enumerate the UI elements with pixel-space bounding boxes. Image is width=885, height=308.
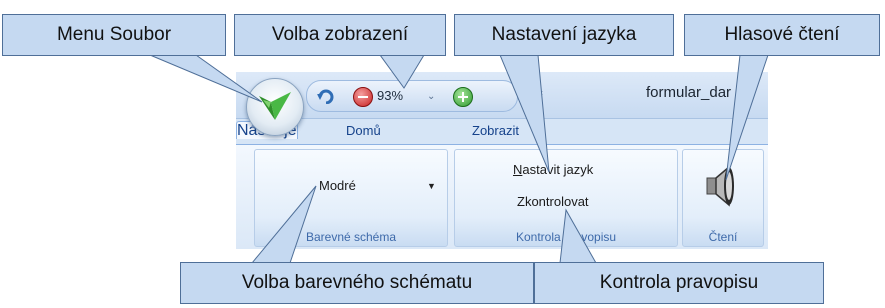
callout-language: Nastavení jazyka xyxy=(454,14,674,56)
callout-color-scheme: Volba barevného schématu xyxy=(180,262,534,304)
speaker-icon[interactable] xyxy=(705,164,741,208)
group-label-spelling: Kontrola pravopisu xyxy=(515,230,617,244)
color-scheme-value: Modré xyxy=(319,178,356,193)
spelling-group: Nastavit jazyk Zkontrolovat Kontrola pra… xyxy=(454,149,678,247)
zoom-level: 93% xyxy=(377,88,404,103)
tab-view[interactable]: Zobrazit xyxy=(472,123,519,138)
undo-icon[interactable] xyxy=(317,88,337,104)
zoom-out-button[interactable] xyxy=(353,87,373,107)
dropdown-arrow-icon: ▼ xyxy=(427,181,436,191)
customize-toolbar-icon[interactable]: = xyxy=(536,86,543,100)
color-scheme-group: Modré ▼ Barevné schéma xyxy=(254,149,448,247)
quick-access-toolbar: 93% ⌄ xyxy=(306,80,518,112)
set-language-mnemonic: N xyxy=(513,162,523,177)
callout-spelling: Kontrola pravopisu xyxy=(534,262,824,304)
group-label-color-scheme: Barevné schéma xyxy=(305,230,397,244)
title-bar: 93% ⌄ = formular_dar xyxy=(236,72,768,119)
set-language-button[interactable]: Nastavit jazyk xyxy=(513,162,593,177)
ribbon-tabs: Domů Zobrazit Nástroje xyxy=(236,119,768,143)
ribbon-panel: Modré ▼ Barevné schéma Nastavit jazyk Zk… xyxy=(236,144,768,249)
reading-group: Čtení xyxy=(682,149,764,247)
color-scheme-select[interactable]: Modré ▼ xyxy=(319,176,445,196)
tab-home[interactable]: Domů xyxy=(346,123,381,138)
chevron-down-icon[interactable]: ⌄ xyxy=(427,91,435,102)
file-menu-button[interactable] xyxy=(246,78,304,136)
ribbon-screenshot: 93% ⌄ = formular_dar Domů Zobrazit Nástr… xyxy=(236,72,768,249)
app-logo-icon xyxy=(259,92,291,120)
check-spelling-button[interactable]: Zkontrolovat xyxy=(517,194,589,209)
group-label-reading: Čtení xyxy=(708,230,738,244)
callout-view: Volba zobrazení xyxy=(234,14,446,56)
callout-voice-reading: Hlasové čtení xyxy=(684,14,880,56)
callout-file-menu: Menu Soubor xyxy=(2,14,226,56)
document-title: formular_dar xyxy=(646,84,732,101)
zoom-in-button[interactable] xyxy=(453,87,473,107)
set-language-label: astavit jazyk xyxy=(522,162,594,177)
